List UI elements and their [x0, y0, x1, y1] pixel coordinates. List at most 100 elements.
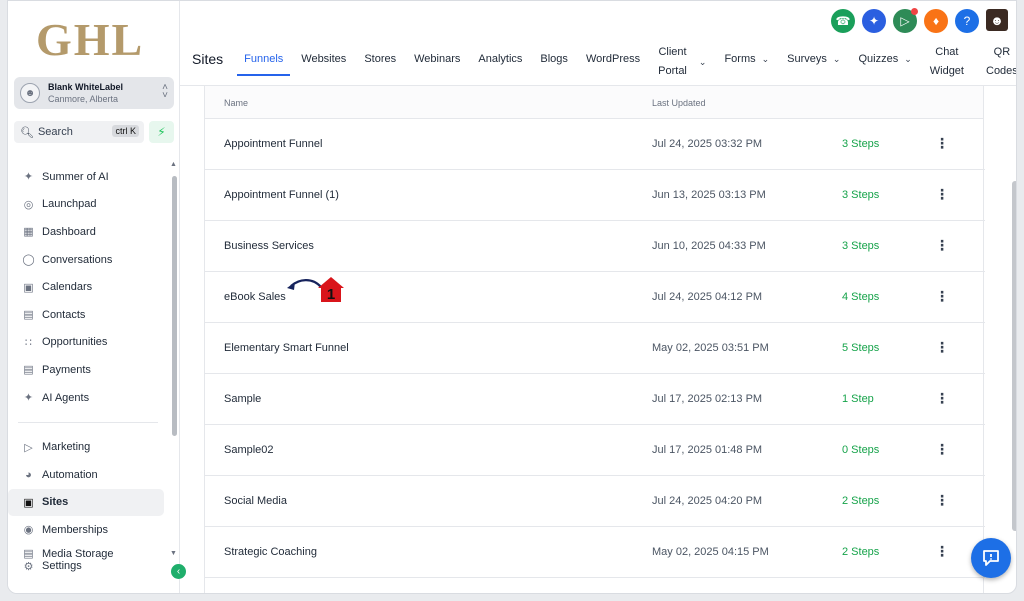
- steps-count[interactable]: 0 Steps: [842, 444, 879, 456]
- table-row[interactable]: Sample Jul 17, 2025 02:13 PM 1 Step ⋮: [205, 374, 985, 425]
- announcements-button[interactable]: ▷: [893, 8, 918, 33]
- table-row[interactable]: Appointment Funnel (1) Jun 13, 2025 03:1…: [205, 170, 985, 221]
- tab-qr-codes[interactable]: QR Codes: [986, 43, 1016, 81]
- sidebar-item-ai-agents[interactable]: ✦ AI Agents: [8, 384, 168, 412]
- sidebar-item-contacts[interactable]: ▤ Contacts: [8, 301, 168, 329]
- tab-surveys[interactable]: Surveys ⌄: [787, 53, 840, 65]
- sidebar-item-label: Summer of AI: [42, 170, 109, 183]
- column-header-name[interactable]: Name: [224, 98, 248, 108]
- steps-count[interactable]: 5 Steps: [842, 342, 879, 354]
- steps-count[interactable]: 3 Steps: [842, 138, 879, 150]
- funnel-name[interactable]: Sample02: [224, 444, 274, 456]
- tab-quizzes[interactable]: Quizzes ⌄: [858, 53, 911, 65]
- lightning-icon: ⚡︎: [157, 125, 166, 139]
- steps-count[interactable]: 3 Steps: [842, 240, 879, 252]
- sidebar-item-summer-of-ai[interactable]: ✦ Summer of AI: [8, 163, 168, 191]
- last-updated: May 02, 2025 03:51 PM: [652, 342, 769, 354]
- steps-count[interactable]: 2 Steps: [842, 495, 879, 507]
- funnel-name[interactable]: Sample: [224, 393, 261, 405]
- page-scrollbar[interactable]: [1012, 181, 1016, 531]
- annotation-arrow-icon: 1: [287, 277, 344, 303]
- last-updated: Jul 24, 2025 04:20 PM: [652, 495, 763, 507]
- notifications-button[interactable]: ♦: [924, 9, 948, 33]
- tab-funnels[interactable]: Funnels: [237, 53, 291, 76]
- more-options-icon[interactable]: ⋮: [935, 541, 949, 561]
- tab-client-portal[interactable]: Client Portal ⌄: [658, 43, 706, 81]
- sidebar-item-marketing[interactable]: ▷ Marketing: [8, 433, 168, 461]
- sidebar-item-opportunities[interactable]: ∷ Opportunities: [8, 329, 168, 357]
- funnel-name[interactable]: Strategic Coaching: [224, 546, 317, 558]
- more-options-icon[interactable]: ⋮: [935, 133, 949, 153]
- megaphone-icon: ▷: [24, 441, 33, 454]
- magic-wand-icon: ✦: [868, 14, 880, 28]
- funnel-name[interactable]: Business Services: [224, 240, 314, 252]
- sidebar-nav: ✦ Summer of AI ◎ Launchpad ▦ Dashboard ◯ Con…: [8, 163, 168, 574]
- steps-count[interactable]: 3 Steps: [842, 189, 879, 201]
- funnel-name[interactable]: Appointment Funnel (1): [224, 189, 339, 201]
- sidebar-item-dashboard[interactable]: ▦ Dashboard: [8, 218, 168, 246]
- ai-assist-button[interactable]: ✦: [862, 9, 886, 33]
- more-options-icon[interactable]: ⋮: [935, 388, 949, 408]
- sidebar-item-sites[interactable]: ▣ Sites: [8, 488, 164, 517]
- account-name: Blank WhiteLabel: [48, 82, 124, 92]
- search-input[interactable]: 🔍︎ Search ctrl K: [14, 121, 144, 143]
- table-row[interactable]: Social Media Jul 24, 2025 04:20 PM 2 Ste…: [205, 476, 985, 527]
- help-button[interactable]: ?: [955, 9, 979, 33]
- sidebar-item-payments[interactable]: ▤ Payments: [8, 356, 168, 384]
- quick-action-button[interactable]: ⚡︎: [149, 121, 174, 143]
- table-row[interactable]: eBook Sales 1 Jul 24, 2025 04:12 PM 4 St…: [205, 272, 985, 323]
- question-icon: ?: [963, 14, 971, 28]
- more-options-icon[interactable]: ⋮: [935, 439, 949, 459]
- more-options-icon[interactable]: ⋮: [935, 490, 949, 510]
- phone-button[interactable]: ☎︎: [831, 9, 855, 33]
- collapse-sidebar-button[interactable]: ‹: [171, 564, 186, 579]
- scroll-up-arrow-icon[interactable]: ▲: [170, 161, 177, 168]
- tab-websites[interactable]: Websites: [301, 53, 346, 65]
- sidebar-item-launchpad[interactable]: ◎ Launchpad: [8, 191, 168, 219]
- tab-analytics[interactable]: Analytics: [478, 53, 522, 65]
- more-options-icon[interactable]: ⋮: [935, 235, 949, 255]
- steps-count[interactable]: 4 Steps: [842, 291, 879, 303]
- sidebar-item-label: Conversations: [42, 253, 113, 266]
- last-updated: Jul 17, 2025 02:13 PM: [652, 393, 763, 405]
- funnel-name[interactable]: Appointment Funnel: [224, 138, 322, 150]
- table-row[interactable]: Appointment Funnel Jul 24, 2025 03:32 PM…: [205, 119, 985, 170]
- more-options-icon[interactable]: ⋮: [935, 184, 949, 204]
- sidebar-item-conversations[interactable]: ◯ Conversations: [8, 246, 168, 274]
- tab-stores[interactable]: Stores: [364, 53, 396, 65]
- last-updated: Jul 24, 2025 03:32 PM: [652, 138, 763, 150]
- tab-chat-widget[interactable]: Chat Widget: [930, 43, 964, 81]
- steps-count[interactable]: 2 Steps: [842, 546, 879, 558]
- grid-icon: ▦: [23, 226, 34, 239]
- steps-count[interactable]: 1 Step: [842, 393, 874, 405]
- scroll-down-arrow-icon[interactable]: ▼: [170, 550, 177, 557]
- funnel-name[interactable]: Elementary Smart Funnel: [224, 342, 349, 354]
- table-row[interactable]: Business Services Jun 10, 2025 04:33 PM …: [205, 221, 985, 272]
- sidebar-item-label: Dashboard: [42, 225, 96, 238]
- tab-blogs[interactable]: Blogs: [540, 53, 568, 65]
- more-options-icon[interactable]: ⋮: [935, 337, 949, 357]
- table-row[interactable]: Sample02 Jul 17, 2025 01:48 PM 0 Steps ⋮: [205, 425, 985, 476]
- table-row[interactable]: Elementary Smart Funnel May 02, 2025 03:…: [205, 323, 985, 374]
- sidebar-item-memberships[interactable]: ◉ Memberships: [8, 516, 168, 544]
- support-chat-button[interactable]: [971, 538, 1011, 578]
- sidebar-item-settings[interactable]: ⚙︎ Settings: [8, 560, 168, 574]
- funnel-name[interactable]: eBook Sales: [224, 291, 286, 303]
- tab-webinars[interactable]: Webinars: [414, 53, 460, 65]
- account-switcher[interactable]: ☻ Blank WhiteLabel Canmore, Alberta ˄ ˅: [14, 77, 174, 109]
- more-options-icon[interactable]: ⋮: [935, 286, 949, 306]
- funnel-name[interactable]: Social Media: [224, 495, 287, 507]
- column-header-last-updated[interactable]: Last Updated: [652, 98, 706, 108]
- sidebar-item-calendars[interactable]: ▣ Calendars: [8, 273, 168, 301]
- tab-label: Widget: [929, 65, 964, 77]
- sidebar-scrollbar[interactable]: [172, 176, 177, 436]
- table-row[interactable]: Strategic Coaching May 02, 2025 04:15 PM…: [205, 527, 985, 578]
- sidebar-item-automation[interactable]: ◕ Automation: [8, 461, 168, 489]
- sidebar-item-media-storage[interactable]: ▤ Media Storage: [8, 544, 168, 560]
- search-label: Search: [37, 126, 73, 138]
- sidebar-item-label: Settings: [42, 559, 82, 572]
- tab-forms[interactable]: Forms ⌄: [724, 53, 769, 65]
- sidebar-item-label: Opportunities: [42, 336, 108, 349]
- avatar[interactable]: ☻: [986, 9, 1008, 31]
- tab-wordpress[interactable]: WordPress: [586, 53, 640, 65]
